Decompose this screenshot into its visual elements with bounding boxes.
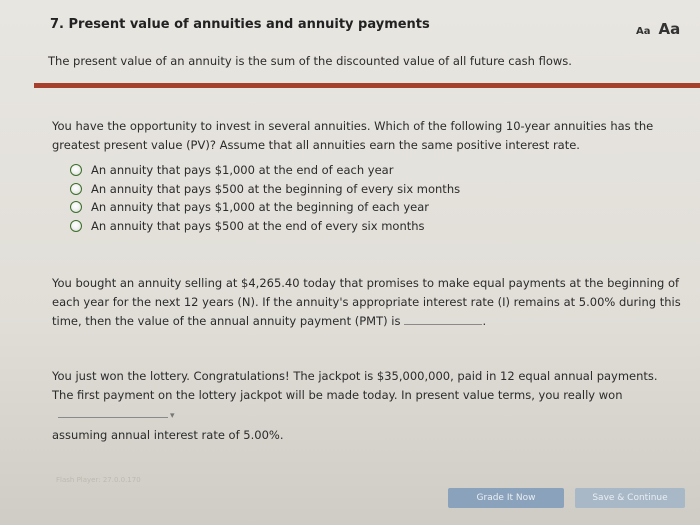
save-continue-button[interactable]: Save & Continue — [575, 488, 685, 508]
question1-options: An annuity that pays $1,000 at the end o… — [70, 161, 460, 235]
font-decrease-button[interactable]: Aa — [636, 26, 651, 37]
option-label: An annuity that pays $500 at the beginni… — [91, 181, 461, 196]
question3-text-after: assuming annual interest rate of 5.00%. — [52, 428, 284, 442]
option-4[interactable]: An annuity that pays $500 at the end of … — [70, 217, 460, 236]
grade-it-now-button[interactable]: Grade It Now — [448, 488, 564, 508]
question2-text: You bought an annuity selling at $4,265.… — [52, 276, 681, 328]
option-1[interactable]: An annuity that pays $1,000 at the end o… — [70, 161, 460, 180]
radio-button[interactable] — [70, 164, 82, 177]
question1-prompt: You have the opportunity to invest in se… — [52, 119, 654, 152]
radio-button[interactable] — [70, 182, 82, 195]
font-increase-button[interactable]: Aa — [659, 20, 681, 38]
flash-player-version: Flash Player: 27.0.0.170 — [56, 476, 141, 484]
chevron-down-icon[interactable]: ▾ — [170, 411, 175, 421]
option-3[interactable]: An annuity that pays $1,000 at the begin… — [70, 198, 460, 217]
section-divider — [34, 83, 700, 88]
question-title: 7. Present value of annuities and annuit… — [50, 17, 430, 32]
question3-prompt: You just won the lottery. Congratulation… — [52, 367, 682, 445]
question2-prompt: You bought an annuity selling at $4,265.… — [52, 274, 692, 331]
homework-page: 7. Present value of annuities and annuit… — [0, 0, 700, 525]
pmt-answer-dropdown[interactable] — [404, 312, 483, 325]
radio-button[interactable] — [70, 201, 82, 214]
radio-button[interactable] — [70, 219, 82, 232]
question3-text: You just won the lottery. Congratulation… — [52, 369, 658, 402]
question2-suffix: . — [482, 314, 487, 328]
intro-text: The present value of an annuity is the s… — [48, 54, 572, 68]
lottery-answer-dropdown[interactable] — [58, 405, 168, 418]
option-label: An annuity that pays $1,000 at the end o… — [91, 163, 394, 178]
font-size-controls: Aa Aa — [636, 20, 680, 38]
option-2[interactable]: An annuity that pays $500 at the beginni… — [70, 180, 460, 199]
option-label: An annuity that pays $500 at the end of … — [91, 218, 425, 233]
option-label: An annuity that pays $1,000 at the begin… — [91, 200, 430, 215]
